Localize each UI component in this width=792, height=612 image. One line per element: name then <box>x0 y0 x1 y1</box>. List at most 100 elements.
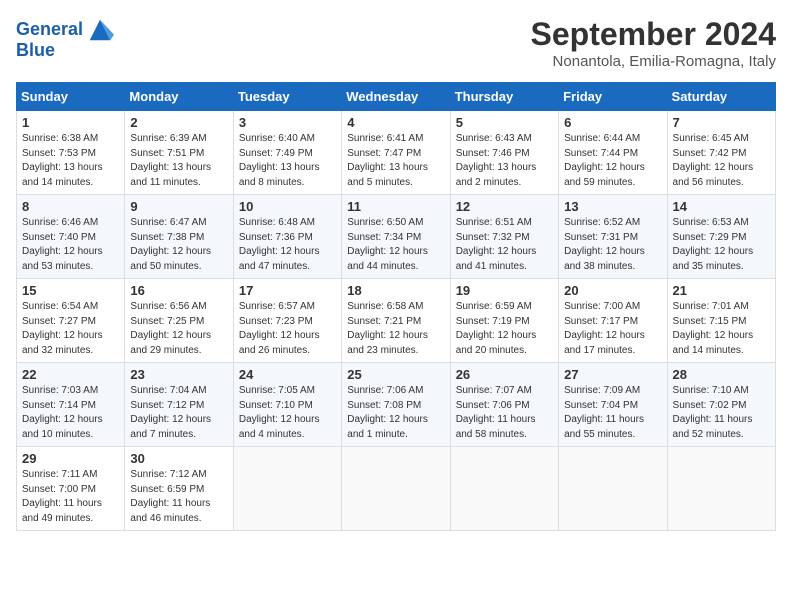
calendar-week-row: 22 Sunrise: 7:03 AM Sunset: 7:14 PM Dayl… <box>17 363 776 447</box>
day-info: Sunrise: 6:53 AM Sunset: 7:29 PM Dayligh… <box>673 216 770 274</box>
day-number: 26 <box>456 367 553 382</box>
day-number: 15 <box>22 283 119 298</box>
day-info: Sunrise: 6:44 AM Sunset: 7:44 PM Dayligh… <box>564 132 661 190</box>
calendar-day-cell: 3 Sunrise: 6:40 AM Sunset: 7:49 PM Dayli… <box>233 111 341 195</box>
day-info: Sunrise: 7:10 AM Sunset: 7:02 PM Dayligh… <box>673 384 770 442</box>
day-info: Sunrise: 6:52 AM Sunset: 7:31 PM Dayligh… <box>564 216 661 274</box>
day-info: Sunrise: 6:43 AM Sunset: 7:46 PM Dayligh… <box>456 132 553 190</box>
day-number: 9 <box>130 199 227 214</box>
calendar-day-cell: 25 Sunrise: 7:06 AM Sunset: 7:08 PM Dayl… <box>342 363 450 447</box>
day-number: 3 <box>239 115 336 130</box>
calendar-day-cell: 9 Sunrise: 6:47 AM Sunset: 7:38 PM Dayli… <box>125 195 233 279</box>
calendar-day-cell: 6 Sunrise: 6:44 AM Sunset: 7:44 PM Dayli… <box>559 111 667 195</box>
day-info: Sunrise: 6:38 AM Sunset: 7:53 PM Dayligh… <box>22 132 119 190</box>
day-number: 2 <box>130 115 227 130</box>
calendar-day-cell: 4 Sunrise: 6:41 AM Sunset: 7:47 PM Dayli… <box>342 111 450 195</box>
day-number: 4 <box>347 115 444 130</box>
day-number: 22 <box>22 367 119 382</box>
weekday-header: Tuesday <box>233 83 341 111</box>
weekday-header: Thursday <box>450 83 558 111</box>
day-number: 20 <box>564 283 661 298</box>
calendar-day-cell: 8 Sunrise: 6:46 AM Sunset: 7:40 PM Dayli… <box>17 195 125 279</box>
calendar-day-cell: 11 Sunrise: 6:50 AM Sunset: 7:34 PM Dayl… <box>342 195 450 279</box>
day-number: 11 <box>347 199 444 214</box>
day-number: 18 <box>347 283 444 298</box>
day-number: 16 <box>130 283 227 298</box>
calendar-day-cell: 21 Sunrise: 7:01 AM Sunset: 7:15 PM Dayl… <box>667 279 775 363</box>
calendar-day-cell <box>559 447 667 531</box>
day-info: Sunrise: 6:48 AM Sunset: 7:36 PM Dayligh… <box>239 216 336 274</box>
day-number: 24 <box>239 367 336 382</box>
calendar-day-cell: 26 Sunrise: 7:07 AM Sunset: 7:06 PM Dayl… <box>450 363 558 447</box>
calendar-day-cell: 24 Sunrise: 7:05 AM Sunset: 7:10 PM Dayl… <box>233 363 341 447</box>
day-number: 17 <box>239 283 336 298</box>
day-info: Sunrise: 7:06 AM Sunset: 7:08 PM Dayligh… <box>347 384 444 442</box>
day-number: 25 <box>347 367 444 382</box>
weekday-header-row: SundayMondayTuesdayWednesdayThursdayFrid… <box>17 83 776 111</box>
calendar-day-cell: 27 Sunrise: 7:09 AM Sunset: 7:04 PM Dayl… <box>559 363 667 447</box>
calendar-day-cell: 12 Sunrise: 6:51 AM Sunset: 7:32 PM Dayl… <box>450 195 558 279</box>
day-info: Sunrise: 6:41 AM Sunset: 7:47 PM Dayligh… <box>347 132 444 190</box>
logo-text: General <box>16 20 83 40</box>
logo: General Blue <box>16 16 114 61</box>
calendar-week-row: 1 Sunrise: 6:38 AM Sunset: 7:53 PM Dayli… <box>17 111 776 195</box>
day-number: 27 <box>564 367 661 382</box>
day-number: 7 <box>673 115 770 130</box>
day-number: 1 <box>22 115 119 130</box>
page-header: General Blue September 2024 Nonantola, E… <box>16 16 776 70</box>
calendar-day-cell: 29 Sunrise: 7:11 AM Sunset: 7:00 PM Dayl… <box>17 447 125 531</box>
calendar-day-cell: 7 Sunrise: 6:45 AM Sunset: 7:42 PM Dayli… <box>667 111 775 195</box>
day-number: 8 <box>22 199 119 214</box>
weekday-header: Sunday <box>17 83 125 111</box>
calendar-day-cell <box>233 447 341 531</box>
calendar-day-cell <box>667 447 775 531</box>
location-subtitle: Nonantola, Emilia-Romagna, Italy <box>531 53 776 70</box>
weekday-header: Wednesday <box>342 83 450 111</box>
weekday-header: Monday <box>125 83 233 111</box>
calendar-day-cell: 20 Sunrise: 7:00 AM Sunset: 7:17 PM Dayl… <box>559 279 667 363</box>
calendar-day-cell: 28 Sunrise: 7:10 AM Sunset: 7:02 PM Dayl… <box>667 363 775 447</box>
day-number: 30 <box>130 451 227 466</box>
calendar-day-cell: 22 Sunrise: 7:03 AM Sunset: 7:14 PM Dayl… <box>17 363 125 447</box>
calendar-day-cell: 10 Sunrise: 6:48 AM Sunset: 7:36 PM Dayl… <box>233 195 341 279</box>
calendar-table: SundayMondayTuesdayWednesdayThursdayFrid… <box>16 82 776 531</box>
calendar-day-cell: 18 Sunrise: 6:58 AM Sunset: 7:21 PM Dayl… <box>342 279 450 363</box>
day-info: Sunrise: 6:56 AM Sunset: 7:25 PM Dayligh… <box>130 300 227 358</box>
title-block: September 2024 Nonantola, Emilia-Romagna… <box>531 16 776 70</box>
day-number: 5 <box>456 115 553 130</box>
month-title: September 2024 <box>531 16 776 53</box>
day-number: 19 <box>456 283 553 298</box>
day-number: 28 <box>673 367 770 382</box>
day-info: Sunrise: 7:07 AM Sunset: 7:06 PM Dayligh… <box>456 384 553 442</box>
day-info: Sunrise: 7:11 AM Sunset: 7:00 PM Dayligh… <box>22 468 119 526</box>
day-info: Sunrise: 6:39 AM Sunset: 7:51 PM Dayligh… <box>130 132 227 190</box>
calendar-day-cell: 1 Sunrise: 6:38 AM Sunset: 7:53 PM Dayli… <box>17 111 125 195</box>
calendar-week-row: 15 Sunrise: 6:54 AM Sunset: 7:27 PM Dayl… <box>17 279 776 363</box>
day-number: 6 <box>564 115 661 130</box>
day-info: Sunrise: 6:47 AM Sunset: 7:38 PM Dayligh… <box>130 216 227 274</box>
calendar-day-cell <box>342 447 450 531</box>
calendar-day-cell <box>450 447 558 531</box>
day-info: Sunrise: 7:05 AM Sunset: 7:10 PM Dayligh… <box>239 384 336 442</box>
day-info: Sunrise: 7:04 AM Sunset: 7:12 PM Dayligh… <box>130 384 227 442</box>
logo-icon <box>86 16 114 44</box>
day-info: Sunrise: 6:40 AM Sunset: 7:49 PM Dayligh… <box>239 132 336 190</box>
weekday-header: Friday <box>559 83 667 111</box>
calendar-day-cell: 13 Sunrise: 6:52 AM Sunset: 7:31 PM Dayl… <box>559 195 667 279</box>
day-number: 12 <box>456 199 553 214</box>
day-info: Sunrise: 6:58 AM Sunset: 7:21 PM Dayligh… <box>347 300 444 358</box>
calendar-day-cell: 16 Sunrise: 6:56 AM Sunset: 7:25 PM Dayl… <box>125 279 233 363</box>
day-number: 10 <box>239 199 336 214</box>
calendar-day-cell: 14 Sunrise: 6:53 AM Sunset: 7:29 PM Dayl… <box>667 195 775 279</box>
calendar-day-cell: 19 Sunrise: 6:59 AM Sunset: 7:19 PM Dayl… <box>450 279 558 363</box>
calendar-day-cell: 23 Sunrise: 7:04 AM Sunset: 7:12 PM Dayl… <box>125 363 233 447</box>
day-number: 23 <box>130 367 227 382</box>
day-info: Sunrise: 6:57 AM Sunset: 7:23 PM Dayligh… <box>239 300 336 358</box>
calendar-day-cell: 17 Sunrise: 6:57 AM Sunset: 7:23 PM Dayl… <box>233 279 341 363</box>
day-number: 29 <box>22 451 119 466</box>
weekday-header: Saturday <box>667 83 775 111</box>
day-info: Sunrise: 6:51 AM Sunset: 7:32 PM Dayligh… <box>456 216 553 274</box>
day-info: Sunrise: 6:54 AM Sunset: 7:27 PM Dayligh… <box>22 300 119 358</box>
day-info: Sunrise: 7:01 AM Sunset: 7:15 PM Dayligh… <box>673 300 770 358</box>
day-info: Sunrise: 6:50 AM Sunset: 7:34 PM Dayligh… <box>347 216 444 274</box>
